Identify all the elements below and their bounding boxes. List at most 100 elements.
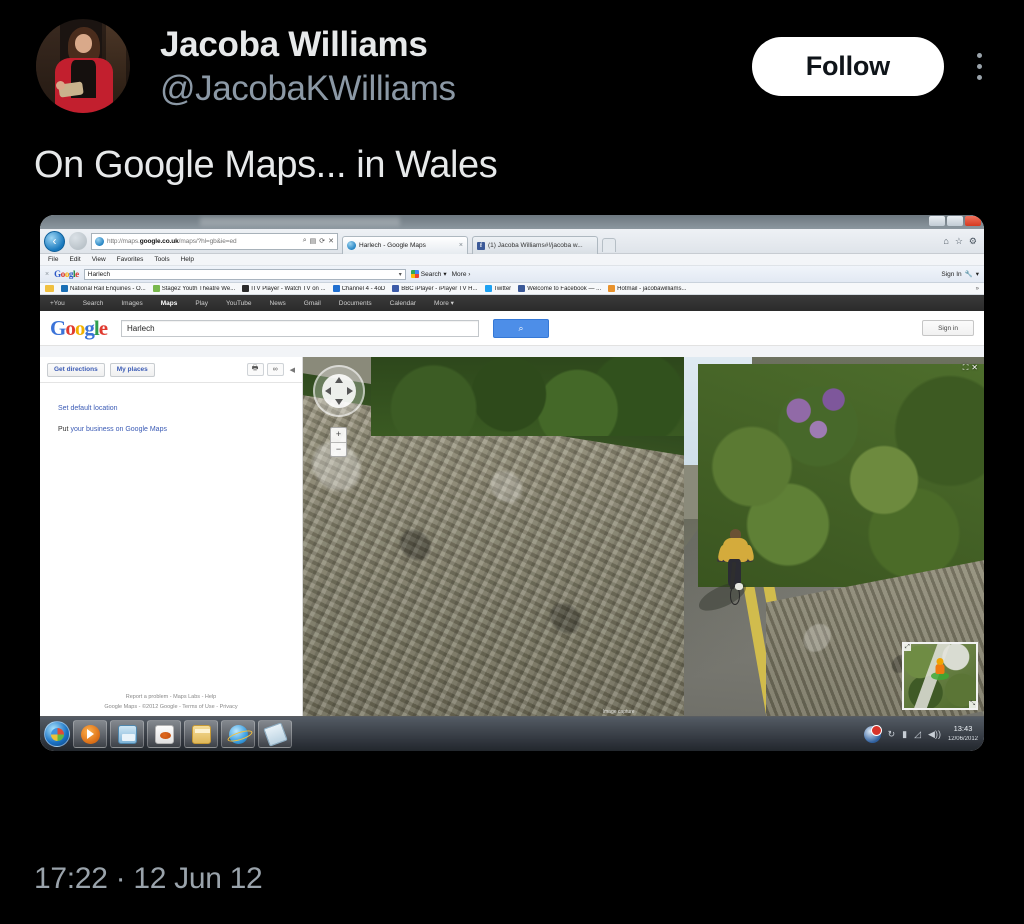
menu-help[interactable]: Help <box>181 256 194 263</box>
avatar[interactable] <box>36 19 130 113</box>
nav-item-documents[interactable]: Documents <box>339 300 372 307</box>
google-toolbar-signin[interactable]: Sign In 🔧 ▾ <box>941 270 979 279</box>
nav-item-search[interactable]: Search <box>83 300 104 307</box>
taskbar-item-scanner[interactable] <box>110 720 144 748</box>
chevron-down-icon[interactable]: ▾ <box>443 270 446 278</box>
pan-control-icon[interactable] <box>313 365 365 417</box>
menu-edit[interactable]: Edit <box>69 256 80 263</box>
window-controls[interactable] <box>929 216 981 226</box>
favorite-item[interactable]: Channel 4 - 4oD <box>332 285 385 292</box>
nav-item-youtube[interactable]: YouTube <box>226 300 252 307</box>
maps-search-button[interactable]: ⌕ <box>493 318 550 338</box>
address-bar[interactable]: http://maps.google.co.uk/maps/?hl=gb&ie=… <box>91 232 338 250</box>
menu-view[interactable]: View <box>92 256 106 263</box>
nav-item-images[interactable]: Images <box>121 300 142 307</box>
link-icon[interactable]: ∞ <box>266 363 284 376</box>
wrench-icon[interactable]: 🔧 <box>965 270 973 278</box>
favorite-item[interactable]: National Rail Enquiries - O... <box>61 285 146 292</box>
new-tab-button[interactable] <box>602 238 616 252</box>
sidebar-footer-line-1[interactable]: Report a problem - Maps Labs - Help <box>40 694 302 700</box>
favorite-item[interactable]: BBC iPlayer - iPlayer TV H... <box>392 285 478 292</box>
taskbar-item-paint[interactable] <box>147 720 181 748</box>
my-places-button[interactable]: My places <box>109 362 155 377</box>
taskbar-item-tools[interactable] <box>258 720 292 748</box>
nav-item-gmail[interactable]: Gmail <box>304 300 321 307</box>
close-icon[interactable] <box>965 216 981 226</box>
zoom-out-button[interactable]: − <box>331 443 346 457</box>
favorites-folder-icon[interactable] <box>45 285 54 292</box>
favorite-item[interactable]: Welcome to Facebook — ... <box>518 285 601 292</box>
minimap-resize-icon[interactable]: ⤡ <box>969 701 976 708</box>
nav-item-maps[interactable]: Maps <box>161 300 178 307</box>
sync-icon[interactable]: ↻ <box>888 729 896 740</box>
home-icon[interactable]: ⌂ <box>943 236 948 246</box>
chevron-down-icon[interactable]: ▾ <box>976 270 979 278</box>
print-icon[interactable]: 🖶 <box>246 363 264 376</box>
nav-item-more[interactable]: More ▾ <box>434 299 454 307</box>
zoom-control[interactable]: + − <box>330 427 347 457</box>
favorite-item[interactable]: Twitter <box>484 285 511 292</box>
fullscreen-icon[interactable]: ✕ <box>971 363 978 373</box>
street-view-panorama[interactable]: + − ⛶ ✕ Image capture ⤢ ⤡ <box>303 357 984 716</box>
volume-icon[interactable]: ◀)) <box>928 729 941 740</box>
settings-gear-icon[interactable]: ⚙ <box>969 236 977 247</box>
sidebar-footer-line-2[interactable]: Google Maps - ©2012 Google - Terms of Us… <box>40 704 302 710</box>
collapse-icon[interactable]: ◀ <box>290 366 295 374</box>
nav-item-plus-you[interactable]: +You <box>50 300 65 307</box>
menu-file[interactable]: File <box>48 256 58 263</box>
taskbar-clock[interactable]: 13:43 12/06/2012 <box>948 724 978 744</box>
tab-close-icon[interactable]: × <box>459 242 463 249</box>
favorites-star-icon[interactable]: ☆ <box>955 236 963 247</box>
tweet-timestamp[interactable]: 17:22 · 12 Jun 12 <box>34 862 263 896</box>
browser-toolbar-icons[interactable]: ⌂ ☆ ⚙ <box>943 236 980 247</box>
google-toolbar-search-button[interactable]: Search ▾ <box>410 270 447 278</box>
minimap-expand-icon[interactable]: ⤢ <box>904 644 911 651</box>
favorite-item[interactable]: ITV Player - Watch TV on ... <box>242 285 326 292</box>
refresh-icon[interactable]: ⟳ <box>319 237 325 245</box>
network-icon[interactable]: ◿ <box>914 729 921 740</box>
nav-item-news[interactable]: News <box>270 300 286 307</box>
get-directions-button[interactable]: Get directions <box>47 362 105 377</box>
user-handle[interactable]: @JacobaKWilliams <box>160 71 456 106</box>
action-center-flag-icon[interactable] <box>863 724 882 743</box>
tweet-media-image[interactable]: ‹ http://maps.google.co.uk/maps/?hl=gb&i… <box>40 215 984 751</box>
toolbar-close-icon[interactable]: × <box>45 271 49 278</box>
compat-view-icon[interactable]: ▤ <box>310 237 317 245</box>
taskbar-item-explorer[interactable] <box>184 720 218 748</box>
nav-item-play[interactable]: Play <box>195 300 208 307</box>
windows-start-orb[interactable] <box>44 721 70 747</box>
zoom-in-button[interactable]: + <box>331 428 346 443</box>
menu-favorites[interactable]: Favorites <box>117 256 144 263</box>
chevron-down-icon[interactable]: ▾ <box>399 271 402 278</box>
address-bar-icons[interactable]: ⌕ ▤ ⟳ ✕ <box>303 237 334 245</box>
follow-button[interactable]: Follow <box>751 36 944 96</box>
put-business-link[interactable]: Put your business on Google Maps <box>58 426 284 433</box>
browser-tab-maps[interactable]: Harlech - Google Maps × <box>342 236 468 254</box>
google-toolbar-more[interactable]: More › <box>452 271 471 278</box>
google-toolbar-search-input[interactable]: Harlech ▾ <box>83 268 406 280</box>
expand-icon[interactable]: ⛶ <box>963 363 969 373</box>
more-options-icon[interactable] <box>966 44 992 88</box>
favorite-item[interactable]: Hotmail - jacobawilliams... <box>608 285 686 292</box>
maps-signin-button[interactable]: Sign in <box>922 320 974 336</box>
display-name[interactable]: Jacoba Williams <box>160 27 456 62</box>
menu-tools[interactable]: Tools <box>154 256 169 263</box>
battery-icon[interactable]: ▮ <box>902 729 907 740</box>
browser-tab-twitter[interactable]: f (1) Jacoba Williams#!/jacoba w... <box>472 236 598 254</box>
streetview-minimap[interactable]: ⤢ ⤡ <box>902 642 978 710</box>
maximize-icon[interactable] <box>947 216 963 226</box>
search-icon[interactable]: ⌕ <box>303 237 307 245</box>
favorite-item[interactable]: Stage2 Youth Theatre We... <box>152 285 235 292</box>
forward-button-icon[interactable] <box>69 232 87 250</box>
set-default-location-link[interactable]: Set default location <box>58 405 284 412</box>
maps-search-input[interactable]: Harlech <box>121 319 480 337</box>
taskbar-item-internet-explorer[interactable] <box>221 720 255 748</box>
minimize-icon[interactable] <box>929 216 945 226</box>
favorites-overflow-icon[interactable]: » <box>976 286 979 292</box>
streetview-view-controls[interactable]: ⛶ ✕ <box>963 363 978 373</box>
back-button-icon[interactable]: ‹ <box>44 230 65 252</box>
stop-icon[interactable]: ✕ <box>328 237 334 245</box>
google-logo[interactable]: Google <box>50 316 108 341</box>
taskbar-item-media-player[interactable] <box>73 720 107 748</box>
nav-item-calendar[interactable]: Calendar <box>390 300 416 307</box>
